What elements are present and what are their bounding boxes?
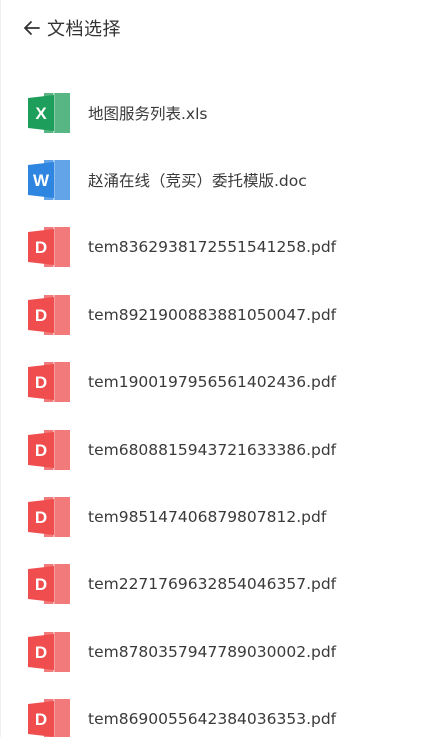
word-icon: W: [26, 156, 74, 204]
svg-text:D: D: [35, 238, 47, 257]
pdf-icon: D: [26, 493, 74, 541]
file-row[interactable]: Dtem1900197956561402436.pdf: [1, 349, 421, 416]
file-row[interactable]: Dtem6808815943721633386.pdf: [1, 416, 421, 483]
file-name: 地图服务列表.xls: [88, 104, 208, 123]
file-name: tem1900197956561402436.pdf: [88, 373, 337, 392]
pdf-icon: D: [26, 223, 74, 271]
file-row[interactable]: Dtem8362938172551541258.pdf: [1, 214, 421, 281]
svg-text:D: D: [35, 441, 47, 460]
excel-icon: X: [26, 89, 74, 137]
svg-text:D: D: [35, 306, 47, 325]
file-row[interactable]: Dtem8921900883881050047.pdf: [1, 281, 421, 348]
file-name: tem2271769632854046357.pdf: [88, 575, 337, 594]
pdf-icon: D: [26, 695, 74, 737]
svg-text:D: D: [35, 643, 47, 662]
svg-text:D: D: [35, 575, 47, 594]
file-name: tem8362938172551541258.pdf: [88, 238, 337, 257]
document-picker-screen: 文档选择 X 地图服务列表.xls W 赵涌在线（竞买）委托模版.doc Dtem836…: [0, 0, 421, 737]
file-row[interactable]: Dtem985147406879807812.pdf: [1, 483, 421, 550]
pdf-icon: D: [26, 358, 74, 406]
arrow-left-icon: [24, 21, 40, 35]
pdf-icon: D: [26, 291, 74, 339]
svg-text:D: D: [35, 373, 47, 392]
file-list: X 地图服务列表.xls W 赵涌在线（竞买）委托模版.doc Dtem83629381…: [1, 79, 421, 737]
file-name: tem8780357947789030002.pdf: [88, 642, 337, 661]
file-row[interactable]: Dtem8780357947789030002.pdf: [1, 618, 421, 685]
svg-text:D: D: [35, 508, 47, 527]
svg-text:D: D: [35, 710, 47, 729]
pdf-icon: D: [26, 426, 74, 474]
page-title: 文档选择: [47, 19, 121, 40]
file-row[interactable]: X 地图服务列表.xls: [1, 79, 421, 146]
header-bar: 文档选择: [1, 0, 421, 56]
file-row[interactable]: Dtem8690055642384036353.pdf: [1, 686, 421, 737]
file-name: tem8690055642384036353.pdf: [88, 710, 337, 729]
file-row[interactable]: Dtem2271769632854046357.pdf: [1, 551, 421, 618]
back-button[interactable]: [21, 17, 43, 39]
svg-text:X: X: [35, 104, 47, 123]
file-name: 赵涌在线（竞买）委托模版.doc: [88, 172, 307, 191]
file-name: tem8921900883881050047.pdf: [88, 305, 337, 324]
file-name: tem985147406879807812.pdf: [88, 508, 327, 527]
svg-text:W: W: [33, 171, 50, 190]
pdf-icon: D: [26, 628, 74, 676]
pdf-icon: D: [26, 560, 74, 608]
file-row[interactable]: W 赵涌在线（竞买）委托模版.doc: [1, 146, 421, 213]
file-name: tem6808815943721633386.pdf: [88, 440, 337, 459]
